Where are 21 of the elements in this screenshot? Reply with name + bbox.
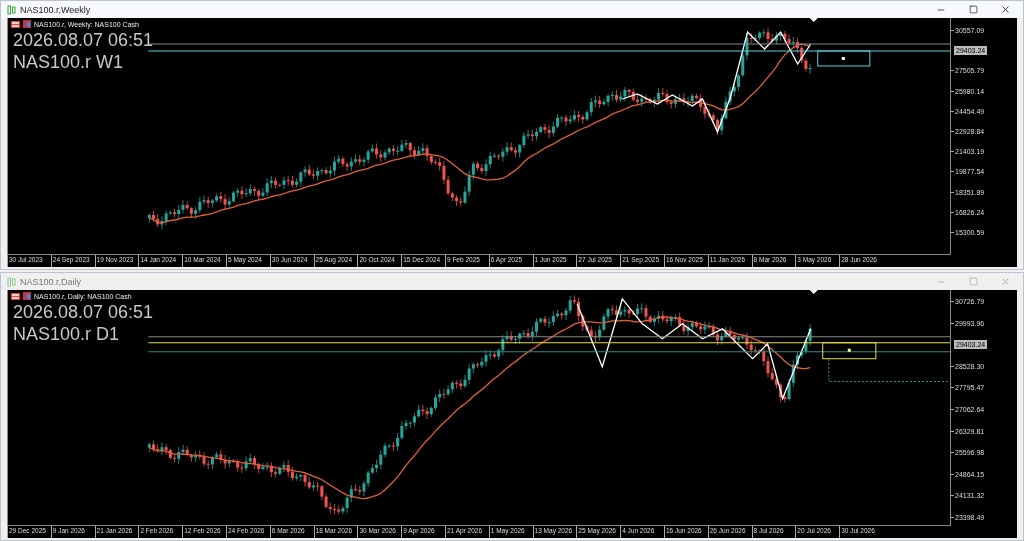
grid-icon bbox=[11, 20, 20, 28]
range-box bbox=[817, 50, 871, 67]
window-title: NAS100.r,Daily bbox=[20, 276, 83, 287]
maximize-icon bbox=[968, 5, 978, 14]
chart-icon bbox=[23, 292, 31, 300]
triangle-icon bbox=[809, 290, 818, 294]
range-box bbox=[822, 342, 877, 360]
grid-icon bbox=[11, 292, 20, 300]
chart-icon bbox=[23, 20, 31, 28]
clock-label: 2026.08.07 06:51 bbox=[13, 30, 154, 51]
chart-icon bbox=[7, 4, 16, 15]
close-icon bbox=[999, 276, 1011, 287]
chart-icon bbox=[7, 276, 16, 287]
window-title: NAS100.r,Weekly bbox=[20, 4, 92, 15]
symbol-label: NAS100.r W1 bbox=[13, 52, 124, 73]
anchor-point-icon bbox=[841, 57, 845, 60]
maximize-icon bbox=[968, 277, 978, 286]
clock-label: 2026.08.07 06:51 bbox=[13, 302, 154, 323]
symbol-label: NAS100.r D1 bbox=[13, 324, 120, 345]
anchor-point-icon bbox=[847, 348, 851, 352]
close-icon bbox=[999, 4, 1011, 15]
